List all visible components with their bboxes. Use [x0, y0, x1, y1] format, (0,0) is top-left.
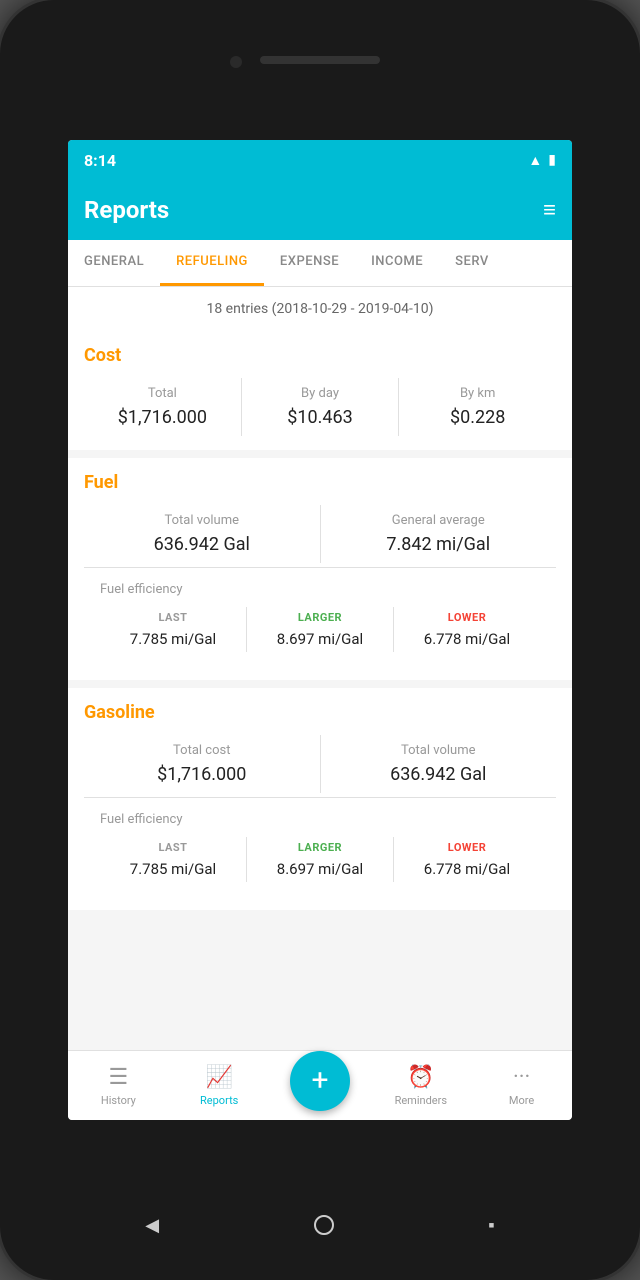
camera — [230, 56, 242, 68]
gasoline-cost-label: Total cost — [88, 743, 316, 758]
gasoline-eff-larger-label: LARGER — [251, 841, 389, 854]
page-title: Reports — [84, 196, 169, 224]
fuel-stats-row: Total volume 636.942 Gal General average… — [84, 505, 556, 563]
cost-byday-cell: By day $10.463 — [241, 378, 399, 436]
divider — [84, 567, 556, 568]
gasoline-vol-label: Total volume — [325, 743, 553, 758]
cost-stats-row: Total $1,716.000 By day $10.463 By km $0… — [84, 378, 556, 436]
gasoline-eff-larger-value: 8.697 mi/Gal — [251, 860, 389, 878]
fuel-eff-larger: LARGER 8.697 mi/Gal — [246, 607, 393, 652]
fuel-section: Fuel Total volume 636.942 Gal General av… — [68, 458, 572, 680]
history-label: History — [101, 1094, 136, 1107]
reports-icon: 📈 — [205, 1065, 232, 1090]
signal-icon: ▲ — [528, 152, 542, 169]
cost-bykm-label: By km — [403, 386, 552, 401]
cost-total-label: Total — [88, 386, 237, 401]
gasoline-efficiency-section: Fuel efficiency LAST 7.785 mi/Gal LARGER… — [84, 802, 556, 896]
fuel-avgeff-label: General average — [325, 513, 553, 528]
tab-general[interactable]: GENERAL — [68, 240, 160, 286]
home-button[interactable] — [314, 1215, 334, 1235]
nav-more[interactable]: ··· More — [471, 1057, 572, 1115]
battery-icon: ▮ — [548, 152, 556, 168]
fuel-eff-lower-value: 6.778 mi/Gal — [398, 630, 536, 648]
tabs-bar: GENERAL REFUELING EXPENSE INCOME SERV — [68, 240, 572, 287]
phone-shell: 8:14 ▲ ▮ Reports ≡ GENERAL REFUELING EXP… — [0, 0, 640, 1280]
gasoline-eff-row: LAST 7.785 mi/Gal LARGER 8.697 mi/Gal LO… — [100, 837, 540, 882]
tab-refueling[interactable]: REFUELING — [160, 240, 264, 286]
tab-expense[interactable]: EXPENSE — [264, 240, 355, 286]
gasoline-title: Gasoline — [84, 702, 556, 723]
android-nav-bar: ◀ ▪ — [68, 1200, 572, 1250]
fuel-efficiency-section: Fuel efficiency LAST 7.785 mi/Gal LARGER… — [84, 572, 556, 666]
gasoline-eff-title: Fuel efficiency — [100, 812, 540, 827]
fuel-eff-last-value: 7.785 mi/Gal — [104, 630, 242, 648]
gasoline-eff-last-value: 7.785 mi/Gal — [104, 860, 242, 878]
gasoline-eff-lower-value: 6.778 mi/Gal — [398, 860, 536, 878]
speaker — [260, 56, 380, 64]
cost-title: Cost — [84, 345, 556, 366]
entries-info: 18 entries (2018-10-29 - 2019-04-10) — [68, 287, 572, 331]
reminders-icon: ⏰ — [407, 1065, 434, 1090]
cost-total-cell: Total $1,716.000 — [84, 378, 241, 436]
gasoline-section: Gasoline Total cost $1,716.000 Total vol… — [68, 688, 572, 910]
main-content: 18 entries (2018-10-29 - 2019-04-10) Cos… — [68, 287, 572, 1047]
status-icons: ▲ ▮ — [528, 152, 556, 169]
phone-screen: 8:14 ▲ ▮ Reports ≡ GENERAL REFUELING EXP… — [68, 140, 572, 1120]
gasoline-divider — [84, 797, 556, 798]
gasoline-stats-row: Total cost $1,716.000 Total volume 636.9… — [84, 735, 556, 793]
history-icon: ☰ — [109, 1065, 129, 1090]
cost-byday-label: By day — [246, 386, 395, 401]
status-bar: 8:14 ▲ ▮ — [68, 140, 572, 180]
fuel-eff-title: Fuel efficiency — [100, 582, 540, 597]
cost-section: Cost Total $1,716.000 By day $10.463 By … — [68, 331, 572, 450]
gasoline-cost-cell: Total cost $1,716.000 — [84, 735, 320, 793]
nav-reports[interactable]: 📈 Reports — [169, 1057, 270, 1115]
fuel-eff-larger-value: 8.697 mi/Gal — [251, 630, 389, 648]
more-label: More — [509, 1094, 534, 1107]
tab-service[interactable]: SERV — [439, 240, 505, 286]
fuel-avgeff-value: 7.842 mi/Gal — [325, 534, 553, 555]
gasoline-eff-larger: LARGER 8.697 mi/Gal — [246, 837, 393, 882]
gasoline-eff-last: LAST 7.785 mi/Gal — [100, 837, 246, 882]
nav-history[interactable]: ☰ History — [68, 1057, 169, 1115]
gasoline-cost-value: $1,716.000 — [88, 764, 316, 785]
gasoline-eff-last-label: LAST — [104, 841, 242, 854]
more-icon: ··· — [513, 1065, 530, 1090]
gasoline-vol-cell: Total volume 636.942 Gal — [320, 735, 557, 793]
add-button[interactable]: + — [290, 1051, 350, 1111]
nav-reminders[interactable]: ⏰ Reminders — [370, 1057, 471, 1115]
fuel-avgeff-cell: General average 7.842 mi/Gal — [320, 505, 557, 563]
app-bar: Reports ≡ — [68, 180, 572, 240]
fuel-eff-last: LAST 7.785 mi/Gal — [100, 607, 246, 652]
nav-add[interactable]: + — [270, 1043, 371, 1121]
gasoline-vol-value: 636.942 Gal — [325, 764, 553, 785]
bottom-nav: ☰ History 📈 Reports + ⏰ Reminders ··· Mo… — [68, 1050, 572, 1120]
fuel-totalvol-cell: Total volume 636.942 Gal — [84, 505, 320, 563]
reports-label: Reports — [200, 1094, 238, 1107]
gasoline-eff-lower: LOWER 6.778 mi/Gal — [393, 837, 540, 882]
fuel-totalvol-label: Total volume — [88, 513, 316, 528]
cost-byday-value: $10.463 — [246, 407, 395, 428]
recents-button[interactable]: ▪ — [488, 1215, 494, 1236]
tab-income[interactable]: INCOME — [355, 240, 439, 286]
fuel-totalvol-value: 636.942 Gal — [88, 534, 316, 555]
cost-bykm-value: $0.228 — [403, 407, 552, 428]
cost-bykm-cell: By km $0.228 — [398, 378, 556, 436]
reminders-label: Reminders — [395, 1094, 447, 1107]
back-button[interactable]: ◀ — [145, 1215, 159, 1236]
fuel-eff-lower: LOWER 6.778 mi/Gal — [393, 607, 540, 652]
fuel-eff-last-label: LAST — [104, 611, 242, 624]
fuel-eff-larger-label: LARGER — [251, 611, 389, 624]
filter-icon[interactable]: ≡ — [543, 197, 556, 223]
fuel-eff-row: LAST 7.785 mi/Gal LARGER 8.697 mi/Gal LO… — [100, 607, 540, 652]
fuel-eff-lower-label: LOWER — [398, 611, 536, 624]
fuel-title: Fuel — [84, 472, 556, 493]
gasoline-eff-lower-label: LOWER — [398, 841, 536, 854]
cost-total-value: $1,716.000 — [88, 407, 237, 428]
status-time: 8:14 — [84, 151, 116, 170]
